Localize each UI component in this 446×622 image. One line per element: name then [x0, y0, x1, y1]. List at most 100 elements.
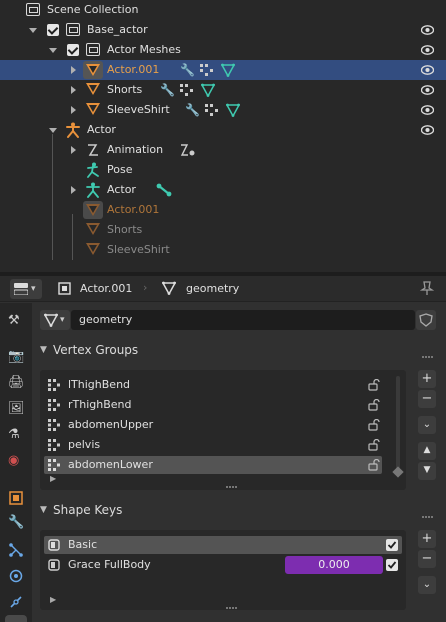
tab-data[interactable]	[5, 615, 27, 622]
list-filter-arrow-icon[interactable]: ▶	[50, 473, 56, 485]
shape-keys-panel-header[interactable]: ▼ Shape Keys	[36, 498, 442, 522]
vertex-group-specials-button[interactable]: ⌄	[418, 416, 436, 434]
tab-render[interactable]: 📷	[5, 347, 27, 369]
collapse-arrow-icon[interactable]	[29, 28, 37, 33]
list-item[interactable]: Grace FullBody 0.000	[44, 556, 402, 574]
expand-arrow-icon[interactable]	[71, 186, 76, 194]
unlock-icon[interactable]	[368, 379, 380, 391]
mesh-data-icon	[44, 313, 58, 327]
outliner-row-sleeveshirt[interactable]: SleeveShirt 🔧	[0, 100, 446, 120]
drag-handle-icon[interactable]	[422, 348, 436, 358]
tab-modifiers[interactable]: 🔧	[5, 513, 27, 535]
outliner-row-animation[interactable]: Animation	[0, 140, 446, 160]
exclude-checkbox[interactable]	[47, 24, 59, 36]
visibility-eye-icon[interactable]	[421, 44, 434, 56]
list-item-selected[interactable]: Basic	[44, 536, 402, 554]
collapse-arrow-icon[interactable]	[49, 128, 57, 133]
outliner-row-actor001[interactable]: Actor.001 🔧	[0, 60, 446, 80]
outliner-row-actor001-child[interactable]: Actor.001	[0, 200, 446, 220]
mute-checkbox[interactable]	[386, 539, 398, 551]
visibility-eye-icon[interactable]	[421, 64, 434, 76]
unlock-icon[interactable]	[368, 459, 380, 471]
shape-key-name: Grace FullBody	[68, 558, 151, 571]
mesh-data-icon[interactable]	[221, 63, 235, 77]
visibility-eye-icon[interactable]	[421, 124, 434, 136]
list-item[interactable]: rThighBend	[44, 396, 382, 414]
fake-user-button[interactable]	[416, 310, 436, 330]
animation-label: Animation	[107, 143, 164, 156]
breadcrumb-object[interactable]: Actor.001	[80, 282, 132, 295]
outliner-panel: Scene Collection Base_actor Actor Meshes…	[0, 0, 446, 272]
outliner-row-actor[interactable]: Actor	[0, 120, 446, 140]
bone-icon[interactable]	[156, 183, 172, 197]
tab-object[interactable]	[5, 487, 27, 509]
outliner-row-base-actor[interactable]: Base_actor	[0, 20, 446, 40]
modifier-wrench-icon[interactable]: 🔧	[185, 104, 200, 116]
list-item[interactable]: lThighBend	[44, 376, 382, 394]
list-item-selected[interactable]: abdomenLower	[44, 456, 382, 474]
tab-physics[interactable]	[5, 565, 27, 587]
outliner-row-actor-meshes[interactable]: Actor Meshes	[0, 40, 446, 60]
datablock-browse-button[interactable]: ▾	[40, 310, 70, 330]
vertex-groups-icon[interactable]	[205, 104, 219, 116]
unlock-icon[interactable]	[368, 419, 380, 431]
mute-checkbox[interactable]	[386, 559, 398, 571]
drag-handle-icon[interactable]	[422, 508, 436, 518]
list-resize-grip-icon[interactable]	[226, 478, 240, 488]
add-vertex-group-button[interactable]: +	[418, 370, 436, 388]
expand-arrow-icon[interactable]	[71, 86, 76, 94]
mesh-data-icon[interactable]	[226, 103, 240, 117]
panel-collapse-icon: ▼	[40, 505, 47, 515]
tab-view-layer[interactable]: 🖼	[5, 399, 27, 421]
visibility-eye-icon[interactable]	[421, 104, 434, 116]
exclude-checkbox[interactable]	[67, 44, 79, 56]
expand-arrow-icon[interactable]	[71, 146, 76, 154]
datablock-name-field[interactable]: geometry	[71, 310, 415, 330]
tab-scene[interactable]: ⚗	[5, 425, 27, 447]
list-resize-grip-icon[interactable]	[226, 599, 240, 609]
visibility-eye-icon[interactable]	[421, 24, 434, 36]
collapse-arrow-icon[interactable]	[49, 48, 57, 53]
tab-constraints[interactable]	[5, 591, 27, 613]
tab-output[interactable]: 🖨	[5, 373, 27, 395]
unlock-icon[interactable]	[368, 399, 380, 411]
outliner-row-shorts-child[interactable]: Shorts	[0, 220, 446, 240]
breadcrumb-data[interactable]: geometry	[186, 282, 239, 295]
remove-shape-key-button[interactable]: −	[418, 550, 436, 568]
shape-key-icon	[48, 559, 60, 571]
list-item[interactable]: pelvis	[44, 436, 382, 454]
scroll-position-icon[interactable]	[392, 466, 404, 478]
tab-tool[interactable]: ⚒	[5, 311, 27, 333]
pin-icon[interactable]	[420, 281, 434, 296]
outliner-row-actor-armature-data[interactable]: Actor	[0, 180, 446, 200]
expand-arrow-icon[interactable]	[71, 66, 76, 74]
list-item[interactable]: abdomenUpper	[44, 416, 382, 434]
shape-key-value-slider[interactable]: 0.000	[285, 556, 383, 574]
add-shape-key-button[interactable]: +	[418, 530, 436, 548]
modifier-wrench-icon[interactable]: 🔧	[180, 64, 195, 76]
outliner-row-scene-collection[interactable]: Scene Collection	[0, 0, 446, 20]
vertex-groups-icon[interactable]	[200, 64, 214, 76]
action-icon[interactable]	[180, 143, 196, 157]
vertex-group-name: pelvis	[68, 438, 101, 451]
visibility-eye-icon[interactable]	[421, 84, 434, 96]
shape-key-specials-button[interactable]: ⌄	[418, 576, 436, 594]
outliner-row-sleeveshirt-child[interactable]: SleeveShirt	[0, 240, 446, 260]
list-filter-arrow-icon[interactable]: ▶	[50, 594, 56, 606]
outliner-row-shorts[interactable]: Shorts 🔧	[0, 80, 446, 100]
tab-world[interactable]: ◉	[5, 451, 27, 473]
move-down-button[interactable]: ▼	[418, 462, 436, 480]
vertex-group-icon	[48, 459, 60, 471]
mesh-data-icon[interactable]	[201, 83, 215, 97]
unlock-icon[interactable]	[368, 439, 380, 451]
vertex-groups-panel-header[interactable]: ▼ Vertex Groups	[36, 338, 442, 362]
tab-particles[interactable]	[5, 539, 27, 561]
modifier-wrench-icon[interactable]: 🔧	[160, 84, 175, 96]
editor-type-dropdown[interactable]: ▾	[10, 279, 42, 299]
vertex-groups-icon[interactable]	[180, 84, 194, 96]
move-up-button[interactable]: ▲	[418, 442, 436, 460]
list-scrollbar[interactable]	[396, 376, 400, 472]
remove-vertex-group-button[interactable]: −	[418, 390, 436, 408]
outliner-row-pose[interactable]: Pose	[0, 160, 446, 180]
expand-arrow-icon[interactable]	[71, 106, 76, 114]
